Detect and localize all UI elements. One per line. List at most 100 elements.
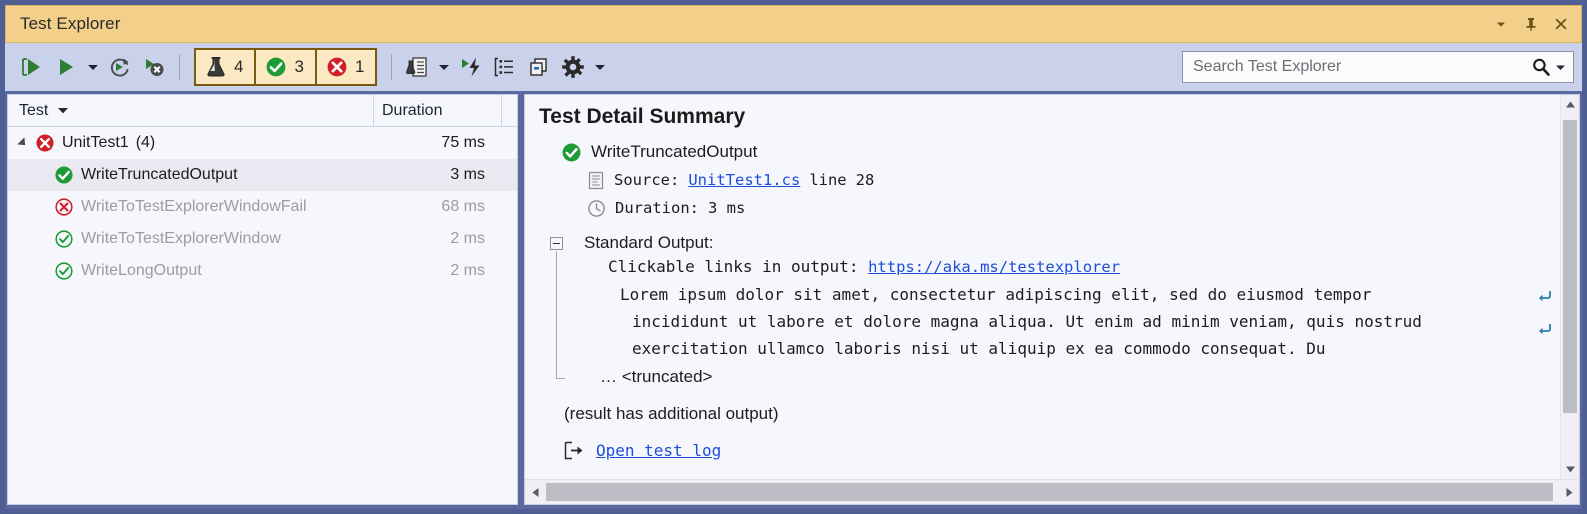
total-tests-count: 4 [234, 57, 244, 76]
vertical-scroll-thumb[interactable] [1563, 120, 1577, 413]
title-bar: Test Explorer [5, 5, 1582, 43]
run-all-icon[interactable] [15, 50, 49, 84]
total-tests-filter[interactable]: 4 [196, 50, 257, 84]
failed-icon [35, 133, 55, 153]
test-row-duration: 75 ms [441, 134, 485, 151]
column-header-spacer [502, 95, 517, 126]
failed-icon [327, 57, 347, 77]
vertical-scrollbar[interactable] [1560, 95, 1579, 479]
flask-icon [207, 57, 225, 77]
test-row-name-cell: WriteTruncatedOutput [8, 165, 374, 185]
test-row-duration: 3 ms [450, 166, 485, 183]
run-dropdown-caret-down-icon[interactable] [83, 50, 103, 84]
scroll-left-caret-left-icon[interactable] [525, 487, 545, 498]
test-document-dropdown-caret-down-icon[interactable] [434, 50, 454, 84]
output-line-text: Clickable links in output: [608, 257, 869, 276]
failed-tests-count: 1 [354, 57, 365, 76]
column-header-duration[interactable]: Duration [374, 95, 502, 126]
column-header-test-label: Test [19, 101, 49, 119]
test-row-name-cell: WriteToTestExplorerWindow [8, 229, 374, 249]
page-title: Test Explorer [20, 14, 121, 33]
test-row-label: UnitTest1 [62, 134, 129, 151]
test-row-duration: 2 ms [450, 262, 485, 279]
search-input[interactable] [1193, 58, 1531, 76]
sort-desc-icon[interactable] [57, 102, 69, 120]
output-url-link[interactable]: https://aka.ms/testexplorer [868, 258, 1120, 276]
test-row-name-cell: WriteToTestExplorerWindowFail [8, 197, 374, 217]
tree-guide-foot [556, 378, 565, 379]
gear-icon[interactable] [556, 50, 590, 84]
wrap-arrow-icon [1536, 322, 1552, 336]
clock-icon [587, 199, 606, 218]
collapse-toggle-icon[interactable] [550, 237, 563, 250]
search-dropdown-caret-down-icon[interactable] [1551, 63, 1569, 72]
output-line: Clickable links in output: https://aka.m… [584, 253, 1560, 281]
wrap-arrow-icon [1536, 289, 1552, 303]
column-header-test[interactable]: Test [8, 95, 374, 126]
settings-dropdown-caret-down-icon[interactable] [590, 50, 610, 84]
passed-icon [561, 142, 582, 163]
table-row[interactable]: WriteToTestExplorerWindowFail 68 ms [8, 191, 517, 223]
detail-source-row: Source: UnitTest1.cs line 28 [587, 166, 1560, 194]
table-row[interactable]: WriteLongOutput 2 ms [8, 255, 517, 287]
test-row-label: WriteLongOutput [81, 262, 202, 279]
test-list-pane: Test Duration UnitTest1 (4) 75 ms WriteT… [7, 94, 518, 505]
play-icon[interactable] [49, 50, 83, 84]
detail-test-name-row: WriteTruncatedOutput [561, 138, 1560, 166]
vertical-scroll-track[interactable] [1561, 114, 1579, 460]
output-line: incididunt ut labore et dolore magna ali… [632, 312, 1422, 331]
chevron-down-icon[interactable] [1487, 10, 1515, 38]
repeat-run-icon[interactable] [103, 50, 137, 84]
source-file-link[interactable]: UnitTest1.cs [688, 171, 800, 189]
test-row-label: WriteTruncatedOutput [81, 166, 238, 183]
scroll-down-caret-down-icon[interactable] [1561, 460, 1579, 479]
detail-duration-row: Duration: 3 ms [587, 194, 1560, 222]
test-counters: 4 3 1 [194, 48, 378, 86]
test-row-duration: 2 ms [450, 230, 485, 247]
lightning-icon[interactable] [454, 50, 488, 84]
scroll-up-caret-up-icon[interactable] [1561, 95, 1579, 114]
table-row[interactable]: WriteTruncatedOutput 3 ms [8, 159, 517, 191]
title-bar-buttons [1487, 10, 1575, 38]
passed-icon [54, 261, 74, 281]
standard-output-block: Standard Output: Clickable links in outp… [539, 233, 1560, 387]
table-row[interactable]: UnitTest1 (4) 75 ms [8, 127, 517, 159]
horizontal-scrollbar[interactable] [525, 479, 1579, 504]
output-truncated-label: … <truncated> [600, 367, 713, 386]
passed-icon [267, 57, 286, 77]
scroll-right-caret-right-icon[interactable] [1559, 487, 1579, 498]
search-icon[interactable] [1531, 57, 1551, 77]
copy-icon[interactable] [522, 50, 556, 84]
test-document-icon[interactable] [400, 50, 434, 84]
pin-icon[interactable] [1517, 10, 1545, 38]
word-wrap-markers [1536, 289, 1552, 336]
detail-main: Test Detail Summary WriteTruncatedOutput [525, 95, 1579, 479]
stop-run-icon[interactable] [137, 50, 171, 84]
open-test-log-link[interactable]: Open test log [596, 441, 721, 460]
test-row-name-cell: WriteLongOutput [8, 261, 374, 281]
failed-tests-filter[interactable]: 1 [317, 50, 375, 84]
expander-triangle-icon[interactable] [17, 137, 29, 149]
detail-source-line-label: line [809, 171, 847, 189]
search-box[interactable] [1182, 51, 1574, 83]
passed-tests-filter[interactable]: 3 [256, 50, 317, 84]
detail-duration-label: Duration: [615, 199, 699, 217]
detail-duration-value: 3 ms [708, 199, 746, 217]
failed-icon [54, 197, 74, 217]
source-file-icon [587, 171, 605, 190]
detail-content: Test Detail Summary WriteTruncatedOutput [525, 95, 1560, 479]
horizontal-scroll-thumb[interactable] [546, 483, 1553, 501]
column-header-duration-label: Duration [382, 101, 443, 119]
detail-test-name: WriteTruncatedOutput [591, 142, 758, 161]
open-test-log-row[interactable]: Open test log [564, 441, 1560, 460]
test-row-name-cell: UnitTest1 (4) [8, 133, 374, 153]
content-area: Test Duration UnitTest1 (4) 75 ms WriteT… [5, 91, 1582, 509]
test-row-duration: 68 ms [441, 198, 485, 215]
detail-heading: Test Detail Summary [539, 105, 746, 128]
group-list-icon[interactable] [488, 50, 522, 84]
open-external-icon [564, 441, 585, 460]
test-row-count: (4) [135, 134, 156, 151]
close-icon[interactable] [1547, 10, 1575, 38]
horizontal-scroll-track[interactable] [545, 480, 1559, 504]
table-row[interactable]: WriteToTestExplorerWindow 2 ms [8, 223, 517, 255]
